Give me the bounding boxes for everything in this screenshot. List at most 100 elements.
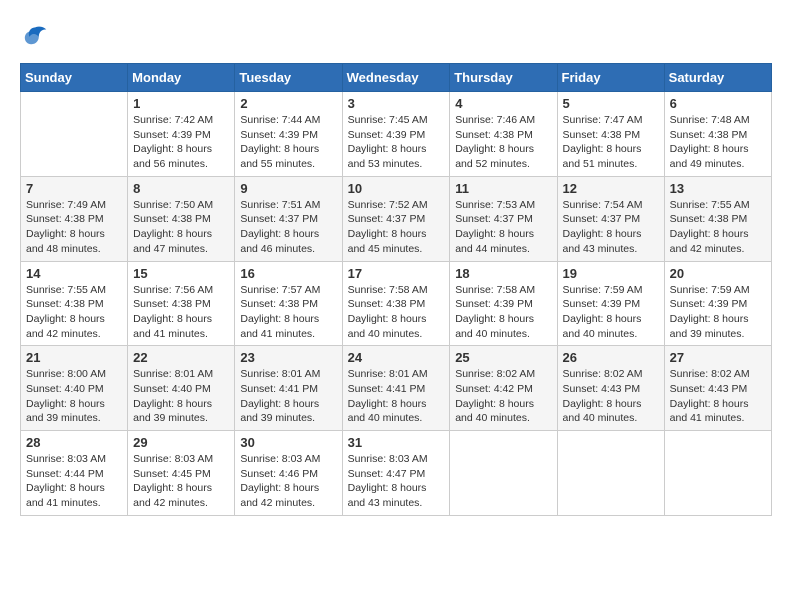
day-info: Sunrise: 7:54 AMSunset: 4:37 PMDaylight:… xyxy=(563,198,659,257)
calendar-cell: 25 Sunrise: 8:02 AMSunset: 4:42 PMDayligh… xyxy=(450,346,557,431)
day-info: Sunrise: 8:03 AMSunset: 4:46 PMDaylight:… xyxy=(240,452,336,511)
calendar-cell: 10 Sunrise: 7:52 AMSunset: 4:37 PMDayligh… xyxy=(342,176,450,261)
page-header xyxy=(20,20,772,53)
day-info: Sunrise: 7:55 AMSunset: 4:38 PMDaylight:… xyxy=(26,283,122,342)
day-number: 3 xyxy=(348,96,445,111)
weekday-header-row: SundayMondayTuesdayWednesdayThursdayFrid… xyxy=(21,64,772,92)
day-info: Sunrise: 7:47 AMSunset: 4:38 PMDaylight:… xyxy=(563,113,659,172)
day-info: Sunrise: 8:02 AMSunset: 4:43 PMDaylight:… xyxy=(563,367,659,426)
day-number: 13 xyxy=(670,181,766,196)
calendar-cell: 30 Sunrise: 8:03 AMSunset: 4:46 PMDayligh… xyxy=(235,431,342,516)
calendar-cell: 17 Sunrise: 7:58 AMSunset: 4:38 PMDayligh… xyxy=(342,261,450,346)
calendar-cell: 31Sunrise: 8:03 AMSunset: 4:47 PMDayligh… xyxy=(342,431,450,516)
day-number: 20 xyxy=(670,266,766,281)
weekday-friday: Friday xyxy=(557,64,664,92)
day-number: 26 xyxy=(563,350,659,365)
calendar-cell: 29 Sunrise: 8:03 AMSunset: 4:45 PMDayligh… xyxy=(128,431,235,516)
day-info: Sunrise: 8:02 AMSunset: 4:42 PMDaylight:… xyxy=(455,367,551,426)
day-number: 6 xyxy=(670,96,766,111)
calendar-cell: 4Sunrise: 7:46 AMSunset: 4:38 PMDaylight… xyxy=(450,92,557,177)
calendar-cell: 7Sunrise: 7:49 AMSunset: 4:38 PMDaylight… xyxy=(21,176,128,261)
week-row-4: 21Sunrise: 8:00 AMSunset: 4:40 PMDayligh… xyxy=(21,346,772,431)
day-info: Sunrise: 7:59 AMSunset: 4:39 PMDaylight:… xyxy=(670,283,766,342)
day-info: Sunrise: 7:56 AMSunset: 4:38 PMDaylight:… xyxy=(133,283,229,342)
day-info: Sunrise: 7:42 AMSunset: 4:39 PMDaylight:… xyxy=(133,113,229,172)
day-number: 14 xyxy=(26,266,122,281)
calendar-cell: 27 Sunrise: 8:02 AMSunset: 4:43 PMDayligh… xyxy=(664,346,771,431)
day-number: 10 xyxy=(348,181,445,196)
day-info: Sunrise: 7:53 AMSunset: 4:37 PMDaylight:… xyxy=(455,198,551,257)
day-number: 27 xyxy=(670,350,766,365)
calendar-cell: 5 Sunrise: 7:47 AMSunset: 4:38 PMDaylight… xyxy=(557,92,664,177)
calendar-cell: 14 Sunrise: 7:55 AMSunset: 4:38 PMDayligh… xyxy=(21,261,128,346)
day-number: 18 xyxy=(455,266,551,281)
day-info: Sunrise: 7:58 AMSunset: 4:39 PMDaylight:… xyxy=(455,283,551,342)
calendar-cell: 8 Sunrise: 7:50 AMSunset: 4:38 PMDaylight… xyxy=(128,176,235,261)
calendar-cell xyxy=(450,431,557,516)
calendar-cell: 22Sunrise: 8:01 AMSunset: 4:40 PMDayligh… xyxy=(128,346,235,431)
day-number: 17 xyxy=(348,266,445,281)
day-info: Sunrise: 7:48 AMSunset: 4:38 PMDaylight:… xyxy=(670,113,766,172)
week-row-2: 7Sunrise: 7:49 AMSunset: 4:38 PMDaylight… xyxy=(21,176,772,261)
calendar-cell: 1Sunrise: 7:42 AMSunset: 4:39 PMDaylight… xyxy=(128,92,235,177)
calendar-table: SundayMondayTuesdayWednesdayThursdayFrid… xyxy=(20,63,772,516)
weekday-sunday: Sunday xyxy=(21,64,128,92)
day-info: Sunrise: 8:03 AMSunset: 4:44 PMDaylight:… xyxy=(26,452,122,511)
calendar-cell: 2 Sunrise: 7:44 AMSunset: 4:39 PMDaylight… xyxy=(235,92,342,177)
day-number: 4 xyxy=(455,96,551,111)
day-info: Sunrise: 8:01 AMSunset: 4:41 PMDaylight:… xyxy=(240,367,336,426)
day-number: 28 xyxy=(26,435,122,450)
day-number: 5 xyxy=(563,96,659,111)
day-number: 7 xyxy=(26,181,122,196)
logo-icon xyxy=(22,20,50,48)
day-info: Sunrise: 7:50 AMSunset: 4:38 PMDaylight:… xyxy=(133,198,229,257)
day-info: Sunrise: 7:57 AMSunset: 4:38 PMDaylight:… xyxy=(240,283,336,342)
calendar-cell xyxy=(664,431,771,516)
calendar-cell: 24Sunrise: 8:01 AMSunset: 4:41 PMDayligh… xyxy=(342,346,450,431)
day-number: 12 xyxy=(563,181,659,196)
day-number: 23 xyxy=(240,350,336,365)
day-info: Sunrise: 8:02 AMSunset: 4:43 PMDaylight:… xyxy=(670,367,766,426)
day-number: 25 xyxy=(455,350,551,365)
week-row-3: 14 Sunrise: 7:55 AMSunset: 4:38 PMDayligh… xyxy=(21,261,772,346)
day-number: 16 xyxy=(240,266,336,281)
day-number: 2 xyxy=(240,96,336,111)
day-number: 29 xyxy=(133,435,229,450)
calendar-cell: 12 Sunrise: 7:54 AMSunset: 4:37 PMDayligh… xyxy=(557,176,664,261)
day-number: 19 xyxy=(563,266,659,281)
day-info: Sunrise: 7:58 AMSunset: 4:38 PMDaylight:… xyxy=(348,283,445,342)
day-info: Sunrise: 7:45 AMSunset: 4:39 PMDaylight:… xyxy=(348,113,445,172)
day-info: Sunrise: 8:03 AMSunset: 4:45 PMDaylight:… xyxy=(133,452,229,511)
calendar-cell: 19 Sunrise: 7:59 AMSunset: 4:39 PMDayligh… xyxy=(557,261,664,346)
calendar-cell: 15 Sunrise: 7:56 AMSunset: 4:38 PMDayligh… xyxy=(128,261,235,346)
day-number: 8 xyxy=(133,181,229,196)
calendar-cell: 20 Sunrise: 7:59 AMSunset: 4:39 PMDayligh… xyxy=(664,261,771,346)
calendar-cell: 3 Sunrise: 7:45 AMSunset: 4:39 PMDaylight… xyxy=(342,92,450,177)
calendar-cell: 16 Sunrise: 7:57 AMSunset: 4:38 PMDayligh… xyxy=(235,261,342,346)
calendar-cell: 21Sunrise: 8:00 AMSunset: 4:40 PMDayligh… xyxy=(21,346,128,431)
weekday-saturday: Saturday xyxy=(664,64,771,92)
day-info: Sunrise: 7:52 AMSunset: 4:37 PMDaylight:… xyxy=(348,198,445,257)
day-info: Sunrise: 7:59 AMSunset: 4:39 PMDaylight:… xyxy=(563,283,659,342)
week-row-1: 1Sunrise: 7:42 AMSunset: 4:39 PMDaylight… xyxy=(21,92,772,177)
calendar-cell: 13 Sunrise: 7:55 AMSunset: 4:38 PMDayligh… xyxy=(664,176,771,261)
day-info: Sunrise: 8:00 AMSunset: 4:40 PMDaylight:… xyxy=(26,367,122,426)
day-number: 30 xyxy=(240,435,336,450)
calendar-cell: 28 Sunrise: 8:03 AMSunset: 4:44 PMDayligh… xyxy=(21,431,128,516)
day-number: 11 xyxy=(455,181,551,196)
weekday-monday: Monday xyxy=(128,64,235,92)
day-info: Sunrise: 7:55 AMSunset: 4:38 PMDaylight:… xyxy=(670,198,766,257)
calendar-cell: 23 Sunrise: 8:01 AMSunset: 4:41 PMDayligh… xyxy=(235,346,342,431)
weekday-wednesday: Wednesday xyxy=(342,64,450,92)
weekday-tuesday: Tuesday xyxy=(235,64,342,92)
logo xyxy=(20,20,50,53)
day-number: 9 xyxy=(240,181,336,196)
calendar-cell: 26 Sunrise: 8:02 AMSunset: 4:43 PMDayligh… xyxy=(557,346,664,431)
calendar-cell: 9Sunrise: 7:51 AMSunset: 4:37 PMDaylight… xyxy=(235,176,342,261)
day-number: 22 xyxy=(133,350,229,365)
weekday-thursday: Thursday xyxy=(450,64,557,92)
day-info: Sunrise: 8:03 AMSunset: 4:47 PMDaylight:… xyxy=(348,452,445,511)
day-number: 15 xyxy=(133,266,229,281)
day-number: 24 xyxy=(348,350,445,365)
day-info: Sunrise: 7:44 AMSunset: 4:39 PMDaylight:… xyxy=(240,113,336,172)
